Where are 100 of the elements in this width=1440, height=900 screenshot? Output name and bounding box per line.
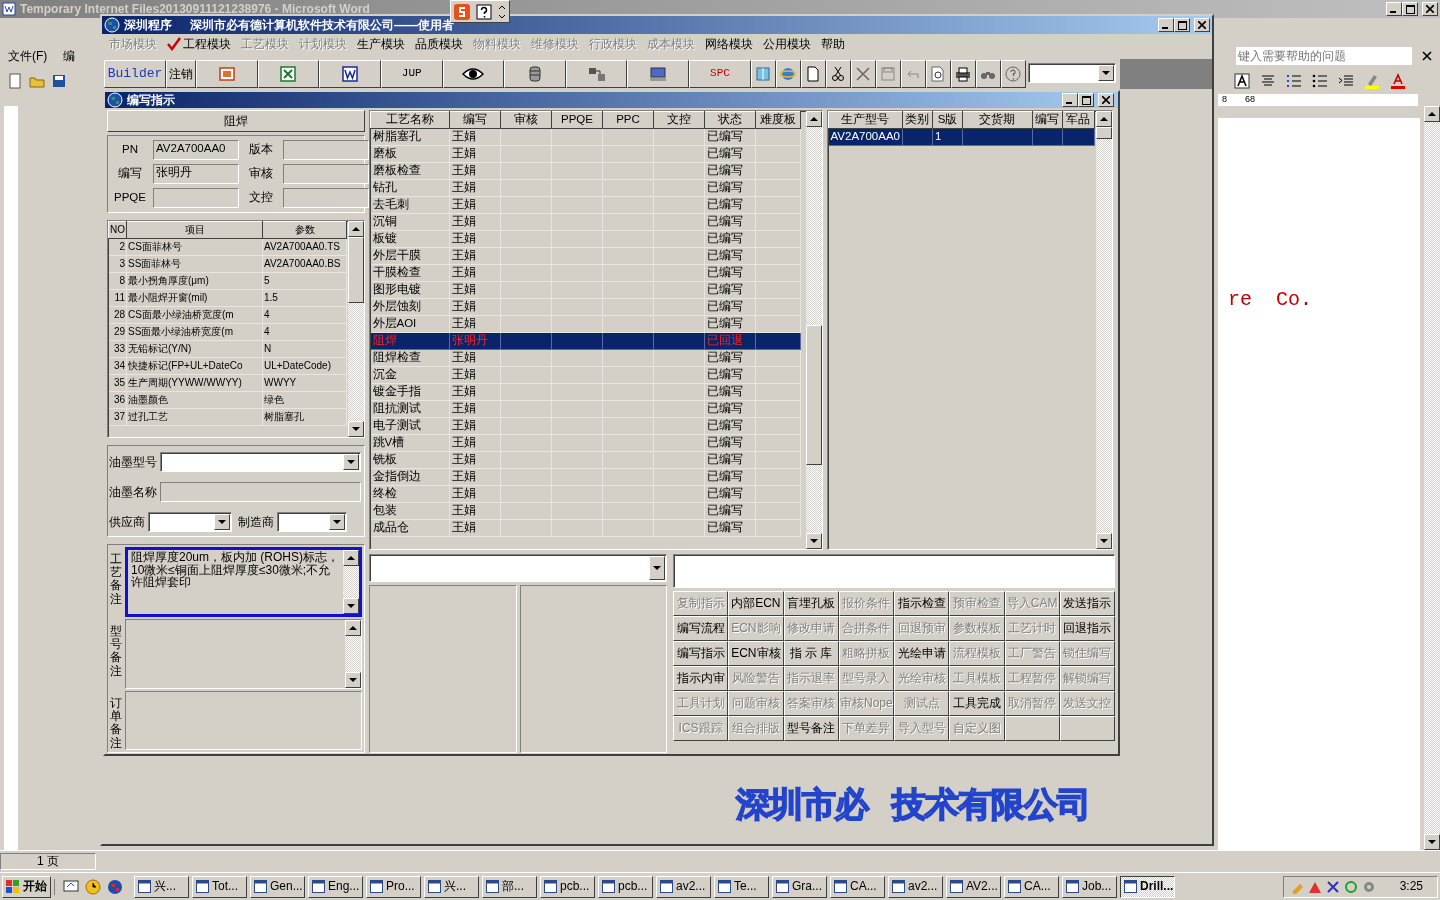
binoculars-button[interactable] xyxy=(975,60,1001,88)
dropdown-field[interactable] xyxy=(148,512,232,532)
table-row[interactable]: 图形电镀 王娟 已编写 xyxy=(370,281,801,299)
bullet-list-icon[interactable] xyxy=(1312,73,1328,89)
text-area[interactable] xyxy=(125,619,362,689)
help-button[interactable] xyxy=(1000,60,1026,88)
dropdown-field[interactable] xyxy=(1027,63,1116,83)
save-button[interactable] xyxy=(875,60,901,88)
options-icon[interactable] xyxy=(498,4,506,19)
database-button[interactable] xyxy=(504,60,566,88)
action-button[interactable]: 盲埋孔板 xyxy=(783,591,839,616)
text-area[interactable] xyxy=(125,691,362,750)
clock-icon[interactable] xyxy=(85,878,101,895)
column-header[interactable]: NO xyxy=(108,221,127,239)
scrollbar[interactable] xyxy=(343,550,359,614)
action-button[interactable]: 编写流程 xyxy=(673,616,729,641)
column-header[interactable]: 审核 xyxy=(500,111,552,129)
table-row[interactable]: 沉金 王娟 已编写 xyxy=(370,366,801,384)
column-header[interactable]: 编写 xyxy=(449,111,501,129)
scrollbar[interactable] xyxy=(806,111,822,549)
table-row[interactable]: 外层蚀刻 王娟 已编写 xyxy=(370,298,801,316)
taskbar-button[interactable]: Te... xyxy=(714,875,769,898)
action-button[interactable]: 指示检查 xyxy=(894,591,950,616)
table-row[interactable]: 阻焊检查 王娟 已编写 xyxy=(370,349,801,367)
dropdown-field[interactable] xyxy=(369,554,667,582)
book-button[interactable] xyxy=(750,60,776,88)
minimize-button[interactable] xyxy=(1158,18,1174,32)
desktop-icon[interactable] xyxy=(63,878,79,895)
slides-button[interactable] xyxy=(196,60,258,88)
taskbar-button[interactable]: Pro... xyxy=(366,875,421,898)
close-icon[interactable] xyxy=(1422,51,1432,61)
spreadsheet-button[interactable] xyxy=(257,60,320,88)
text-field[interactable] xyxy=(153,188,239,208)
text-field[interactable] xyxy=(283,188,369,208)
minimize-button[interactable] xyxy=(1386,2,1402,16)
scrollbar[interactable] xyxy=(1096,111,1112,549)
close-button[interactable] xyxy=(1422,2,1438,16)
column-header[interactable]: S版 xyxy=(932,111,963,129)
action-button[interactable]: 型号备注 xyxy=(783,716,839,741)
monitor-button[interactable] xyxy=(627,60,690,88)
new-document-button[interactable] xyxy=(800,60,826,88)
table-row[interactable]: 树脂塞孔 王娟 已编写 xyxy=(370,128,801,146)
column-header[interactable]: 项目 xyxy=(126,221,263,239)
text-field[interactable]: AV2A700AA0 xyxy=(153,140,239,160)
taskbar-button[interactable]: Job... xyxy=(1062,875,1117,898)
taskbar-button[interactable]: av2... xyxy=(888,875,943,898)
action-button[interactable]: 光绘申请 xyxy=(894,641,950,666)
menu-item[interactable]: 公用模块 xyxy=(758,36,816,52)
spc-button[interactable]: SPC xyxy=(689,60,751,88)
table-row[interactable]: 磨板检查 王娟 已编写 xyxy=(370,162,801,180)
printer-button[interactable] xyxy=(950,60,976,88)
table-row[interactable]: 磨板 王娟 已编写 xyxy=(370,145,801,163)
table-row[interactable]: 成品仓 王娟 已编写 xyxy=(370,519,801,537)
text-field[interactable] xyxy=(673,554,1115,588)
indent-icon[interactable] xyxy=(1338,73,1354,89)
letter-box-icon[interactable] xyxy=(1234,73,1250,89)
maximize-button[interactable] xyxy=(1078,93,1094,107)
column-header[interactable]: PPQE xyxy=(551,111,603,129)
logout-button[interactable]: 注销 xyxy=(166,60,196,88)
taskbar-button[interactable]: AV2... xyxy=(946,875,1001,898)
table-row[interactable]: 外层干膜 王娟 已编写 xyxy=(370,247,801,265)
input-method-icon[interactable] xyxy=(454,3,470,20)
taskbar-button[interactable]: 兴... xyxy=(134,875,189,898)
scrollbar[interactable] xyxy=(348,221,364,437)
save-icon[interactable] xyxy=(51,73,67,89)
close-button[interactable] xyxy=(1098,93,1114,107)
action-button[interactable]: 指示内审 xyxy=(673,666,729,691)
table-row[interactable]: 钻孔 王娟 已编写 xyxy=(370,179,801,197)
menu-item[interactable]: 网络模块 xyxy=(700,36,758,52)
cross-icon[interactable] xyxy=(1325,879,1340,894)
align-center-icon[interactable] xyxy=(1260,73,1276,89)
table-row[interactable]: 去毛刺 王娟 已编写 xyxy=(370,196,801,214)
print-preview-button[interactable] xyxy=(925,60,951,88)
text-field[interactable] xyxy=(283,164,369,184)
scrollbar[interactable] xyxy=(1424,106,1440,850)
column-header[interactable]: 类别 xyxy=(902,111,933,129)
menu-item[interactable]: 生产模块 xyxy=(352,36,410,52)
taskbar-button[interactable]: pcb... xyxy=(540,875,595,898)
table-row[interactable]: 板镀 王娟 已编写 xyxy=(370,230,801,248)
column-header[interactable]: 军品 xyxy=(1062,111,1095,129)
scissors-button[interactable] xyxy=(825,60,851,88)
taskbar-button[interactable]: Drill... xyxy=(1120,875,1175,898)
column-header[interactable]: 难度板 xyxy=(755,111,801,129)
action-button[interactable]: ECN审核 xyxy=(728,641,784,666)
undo-button[interactable] xyxy=(900,60,926,88)
globe-icon[interactable] xyxy=(107,878,123,895)
column-header[interactable]: 交货期 xyxy=(962,111,1033,129)
new-document-icon[interactable] xyxy=(7,73,23,89)
text-field[interactable] xyxy=(283,140,369,160)
dropdown-field[interactable] xyxy=(277,512,347,532)
document-button[interactable] xyxy=(319,60,381,88)
menu-item[interactable]: 帮助 xyxy=(816,36,850,52)
taskbar-button[interactable]: 兴... xyxy=(424,875,479,898)
jup-button[interactable]: JUP xyxy=(380,60,443,88)
taskbar-button[interactable]: CA... xyxy=(1004,875,1059,898)
column-header[interactable]: 文控 xyxy=(653,111,705,129)
help-search-field[interactable]: 键入需要帮助的问题 xyxy=(1236,47,1412,65)
column-header[interactable]: PPC xyxy=(602,111,654,129)
action-button[interactable]: 指 示 库 xyxy=(783,641,839,666)
builder-button[interactable]: Builder xyxy=(104,60,166,88)
